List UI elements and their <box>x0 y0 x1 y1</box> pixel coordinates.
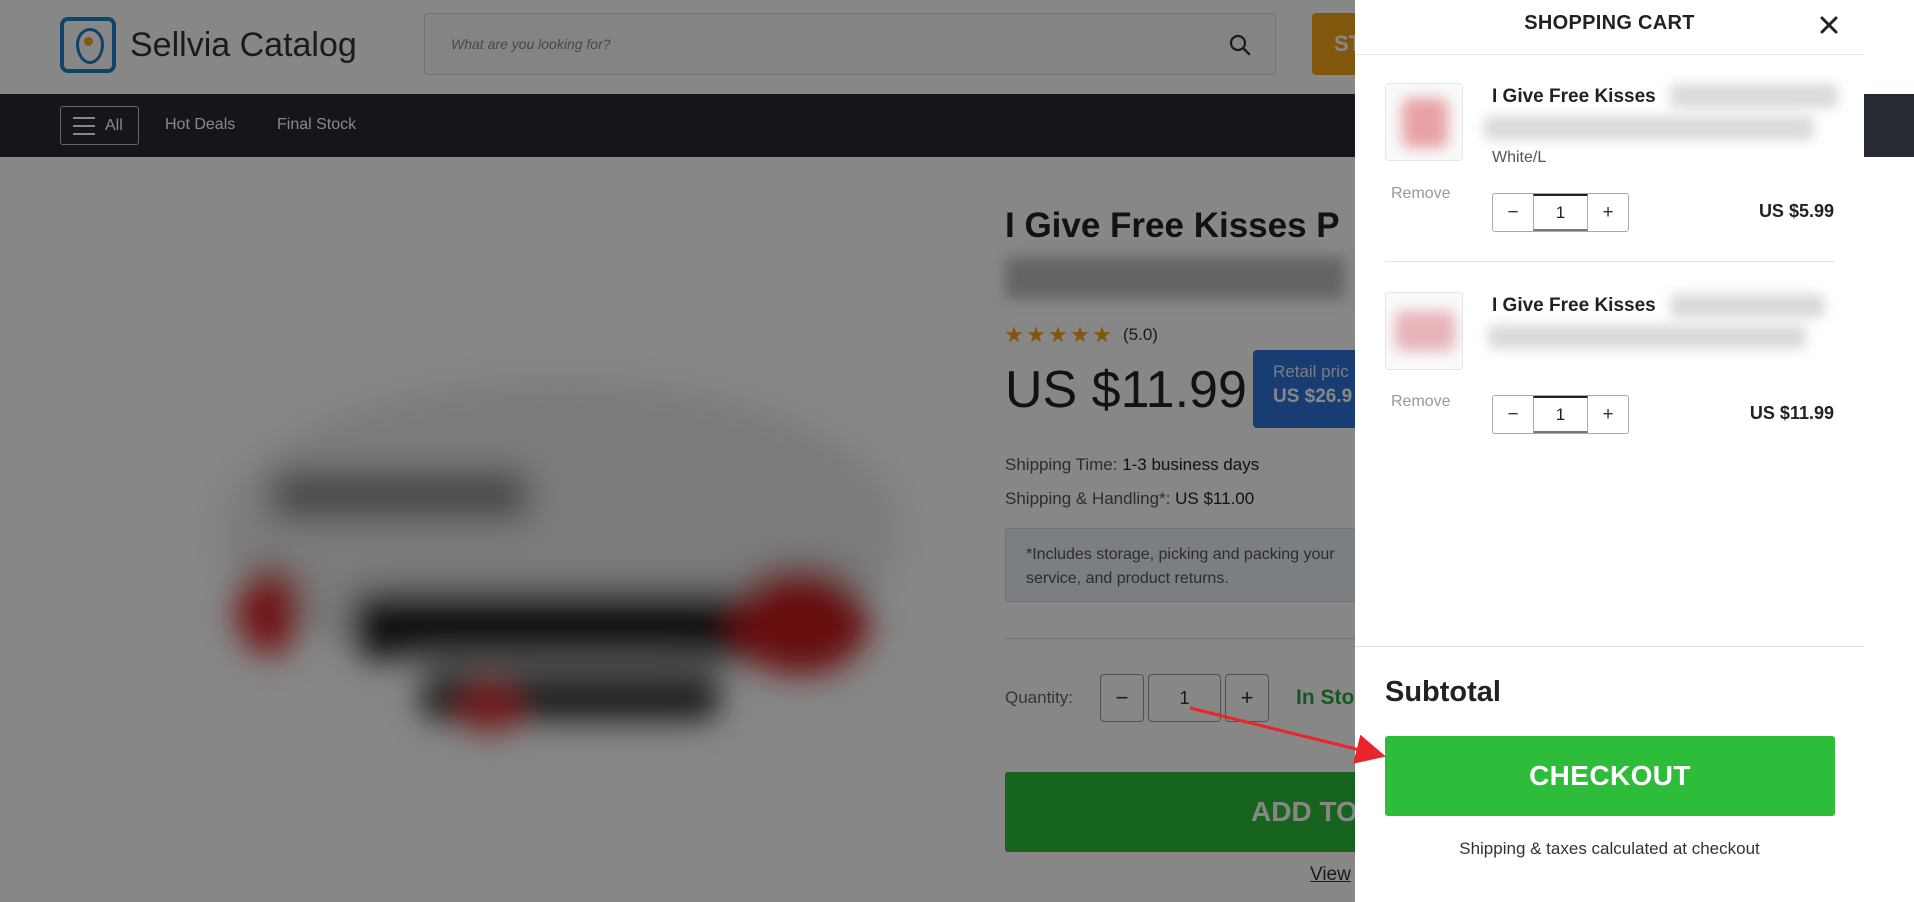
shipping-taxes-note: Shipping & taxes calculated at checkout <box>1459 839 1760 858</box>
quantity-input[interactable] <box>1533 396 1588 433</box>
shopping-cart-drawer: SHOPPING CART Remove I Give Free Kisses … <box>1355 0 1864 902</box>
remove-item-link[interactable]: Remove <box>1391 393 1451 411</box>
modal-overlay[interactable] <box>0 0 1355 902</box>
cart-item: Remove I Give Free Kisses − + US $11.99 <box>1355 0 1864 434</box>
thumbnail-image <box>1395 311 1455 351</box>
product-thumbnail[interactable] <box>1385 292 1463 370</box>
checkout-button[interactable]: CHECKOUT <box>1385 736 1835 816</box>
subtotal-label: Subtotal <box>1385 676 1501 708</box>
divider <box>1385 261 1834 262</box>
page: Sellvia Catalog ST All Hot Deals Final S… <box>0 0 1914 902</box>
quantity-stepper: − + <box>1492 395 1629 434</box>
decrement-button[interactable]: − <box>1493 396 1533 433</box>
item-name-redacted <box>1670 294 1825 318</box>
cart-item-name[interactable]: I Give Free Kisses <box>1492 295 1656 317</box>
cart-item-price: US $5.99 <box>1758 201 1834 221</box>
item-name-redacted <box>1488 325 1806 349</box>
cart-item-price: US $11.99 <box>1749 403 1834 423</box>
divider <box>1355 646 1864 647</box>
increment-button[interactable]: + <box>1588 396 1628 433</box>
